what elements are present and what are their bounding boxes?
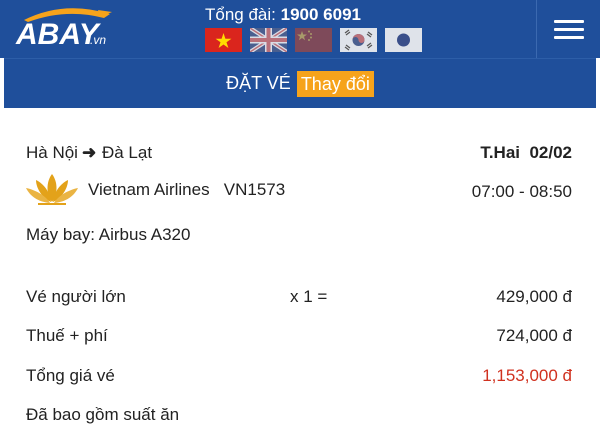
meal-note: Đã bao gồm suất ăn [26,405,180,424]
menu-line [553,19,584,23]
origin-city: Hà Nội [26,143,78,162]
korean-flag-icon[interactable] [340,28,377,52]
total-fare-label: Tổng giá vé [26,366,115,385]
flight-number: VN1573 [223,180,286,199]
chinese-flag-icon[interactable] [295,28,332,52]
aircraft-type: Máy bay: Airbus A320 [26,225,191,244]
booking-title: ĐẶT VÉ [226,73,291,93]
flight-date-value: 02/02 [529,143,572,162]
airline-info: Vietnam Airlines VN1573 [88,180,285,200]
flight-time: 07:00 - 08:50 [471,182,572,201]
abay-logo[interactable]: ABAY .vn [14,6,114,50]
booking-title-bar: ĐẶT VÉ Thay đổi [4,58,596,108]
svg-text:ABAY: ABAY [15,18,102,50]
hamburger-menu-icon[interactable] [536,0,600,58]
hotline-number[interactable]: 1900 6091 [281,5,361,24]
site-header: ABAY .vn Tổng đài: 1900 6091 [0,0,600,58]
language-selector [205,28,422,52]
change-button[interactable]: Thay đổi [296,70,374,97]
hotline-label: Tổng đài: [205,5,276,24]
tax-fee-label: Thuế + phí [26,326,108,345]
destination-city: Đà Lạt [101,143,153,162]
arrow-right-icon: ➜ [81,143,97,162]
flight-date: T.Hai 02/02 [480,143,572,163]
total-fare-price: 1,153,000 đ [482,366,572,385]
airline-name: Vietnam Airlines [88,180,210,199]
japanese-flag-icon[interactable] [385,28,422,52]
menu-line [553,35,584,39]
adult-quantity: x 1 = [290,287,328,306]
english-flag-icon[interactable] [250,28,287,52]
menu-line [553,27,584,31]
tax-fee-price: 724,000 đ [496,326,572,345]
vietnamese-flag-icon[interactable] [205,28,242,52]
adult-fare-label: Vé người lớn [26,287,126,306]
hotline: Tổng đài: 1900 6091 [205,5,361,25]
flight-day: T.Hai [480,143,520,162]
svg-text:.vn: .vn [90,33,106,47]
flight-route: Hà Nội ➜ Đà Lạt [26,143,152,163]
vietnam-airlines-lotus-icon [26,174,78,205]
adult-fare-price: 429,000 đ [496,287,572,306]
